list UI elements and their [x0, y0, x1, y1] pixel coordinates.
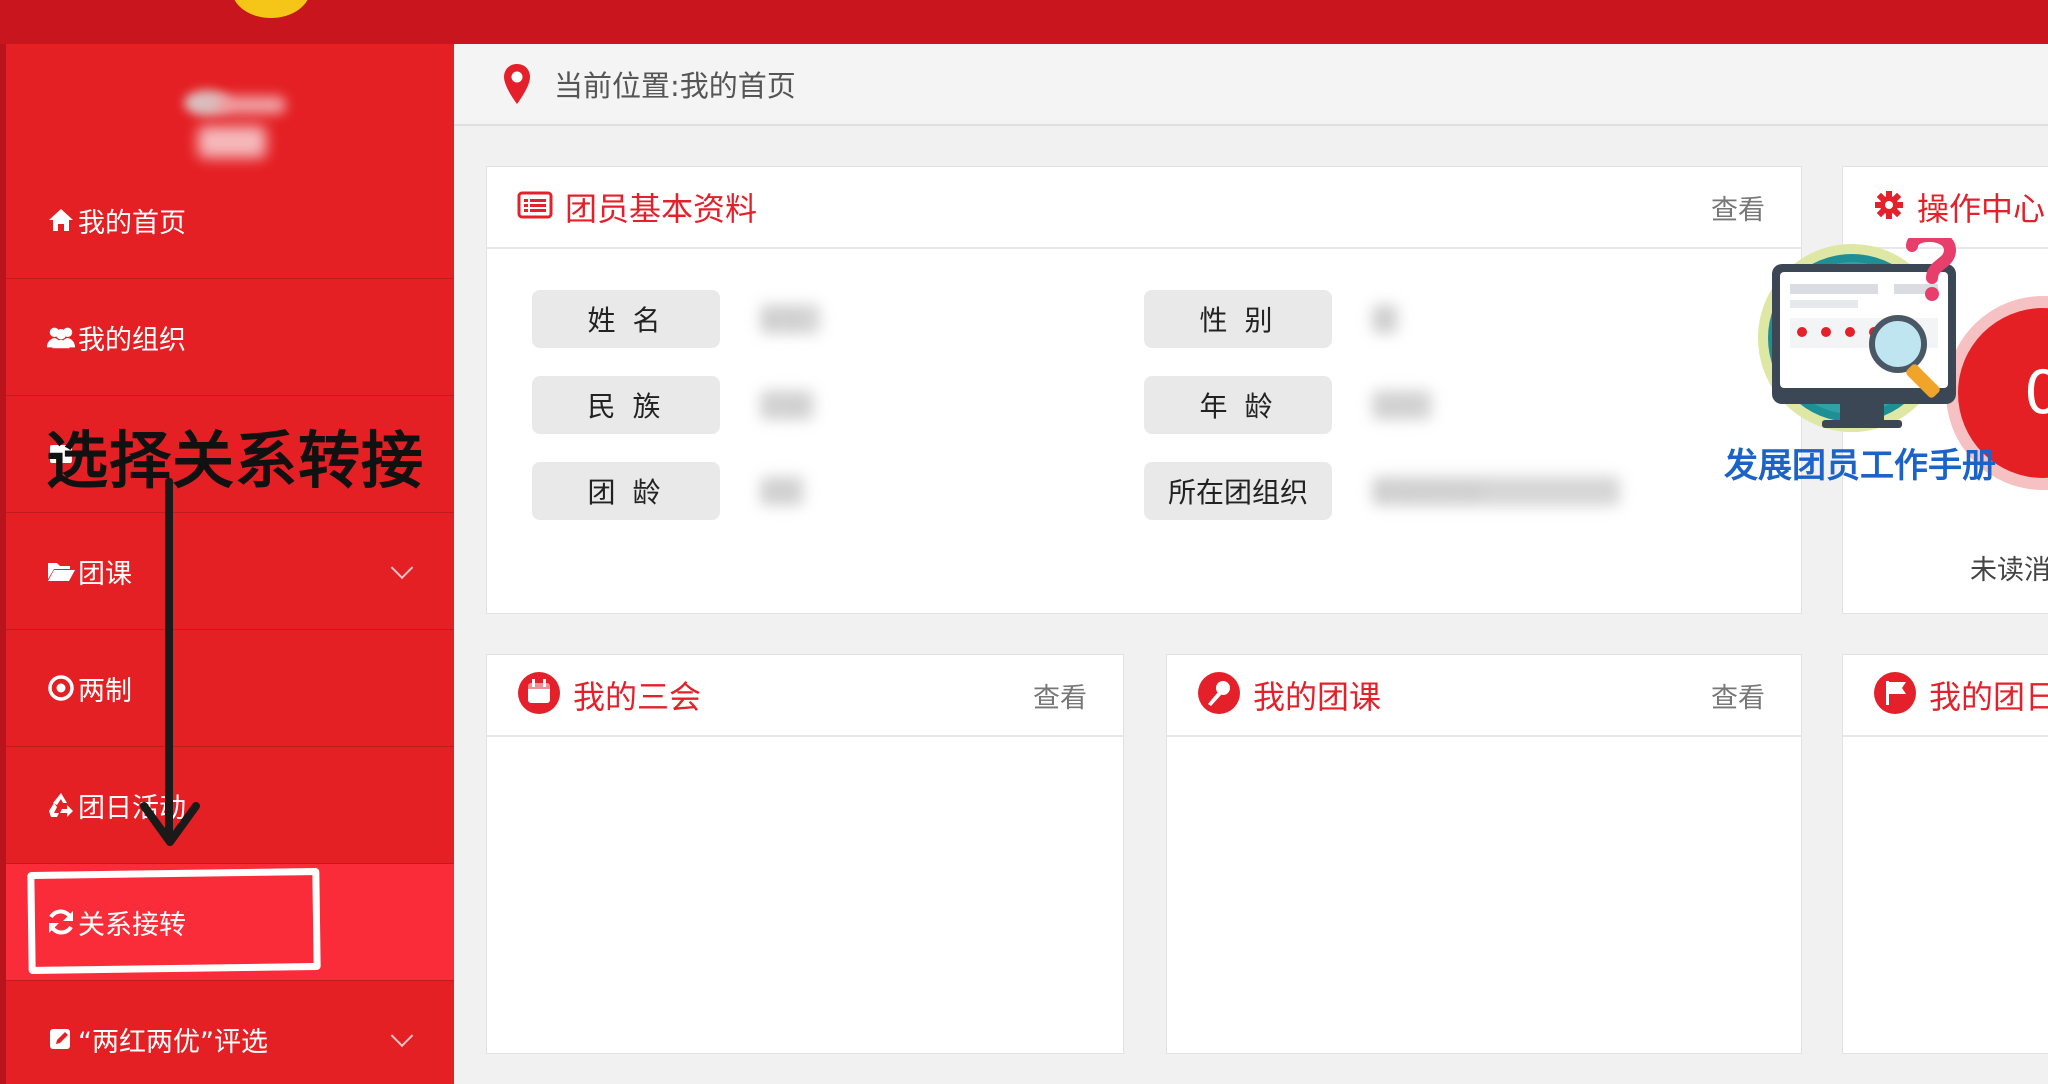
user-name: [198, 126, 266, 158]
card-header: 我的团日: [1843, 655, 2048, 737]
recycle-icon: [46, 791, 76, 819]
annotation-label: 选择关系转接: [46, 424, 425, 497]
users-icon: [46, 324, 76, 350]
three-meetings-card: 我的三会 查看: [486, 654, 1124, 1054]
handbook-illustration-icon: [1758, 238, 1957, 432]
folder-open-icon: [46, 559, 76, 583]
card-header: 团员基本资料 查看: [487, 167, 1801, 249]
sidebar-item-home[interactable]: 我的首页: [6, 162, 454, 279]
top-bar: [0, 0, 2048, 44]
edit-icon: [46, 1026, 76, 1052]
field-label: 性 别: [1144, 290, 1332, 348]
breadcrumb: 当前位置:我的首页: [454, 44, 2048, 126]
view-link[interactable]: 查看: [1711, 676, 1765, 715]
microphone-icon: [1197, 671, 1241, 719]
avatar[interactable]: [176, 86, 291, 124]
handbook-badge[interactable]: 发展团员工作手册: [1706, 238, 2006, 488]
field-label: 民 族: [532, 376, 720, 434]
field-value: 汉族: [760, 390, 814, 420]
card-title: 操作中心: [1917, 190, 2046, 228]
sidebar-item-label: 团课: [78, 558, 132, 590]
unread-messages-label[interactable]: 未读消: [1970, 548, 2048, 587]
view-link[interactable]: 查看: [1033, 676, 1087, 715]
field-label: 年 龄: [1144, 376, 1332, 434]
sidebar-item-evaluation[interactable]: “两红两优”评选: [6, 981, 454, 1084]
sidebar-item-team-day[interactable]: 团日活动: [6, 747, 454, 864]
field-label: 团 龄: [532, 462, 720, 520]
annotation-arrow-shaft: [165, 478, 173, 838]
calendar-icon: [517, 671, 561, 719]
field-value: 4年: [760, 476, 804, 506]
card-title: 我的团课: [1253, 678, 1382, 716]
card-title: 团员基本资料: [565, 190, 758, 228]
sidebar-item-two-systems[interactable]: 两制: [6, 630, 454, 747]
emblem-logo: [232, 0, 310, 18]
chevron-down-icon[interactable]: [390, 556, 414, 580]
card-title: 我的团日: [1929, 678, 2048, 716]
card-header: 我的团课 查看: [1167, 655, 1801, 737]
handbook-label: 发展团员工作手册: [1724, 446, 1996, 486]
annotation-highlight-box: [27, 867, 321, 975]
field-value: 男: [1372, 304, 1398, 334]
sidebar-item-label: “两红两优”评选: [78, 1026, 268, 1058]
list-icon: [517, 190, 553, 224]
field-label: 姓 名: [532, 290, 720, 348]
sidebar-item-label: 我的首页: [78, 207, 186, 239]
field-value: 某某: [760, 304, 820, 334]
annotation-arrow-head: [140, 802, 200, 846]
sidebar-item-organization[interactable]: 我的组织: [6, 279, 454, 396]
sidebar-item-label: 我的组织: [78, 324, 186, 356]
target-icon: [46, 674, 76, 702]
chevron-down-icon[interactable]: [390, 1024, 414, 1048]
team-class-card: 我的团课 查看: [1166, 654, 1802, 1054]
flag-icon: [1873, 671, 1917, 719]
card-header: 我的三会 查看: [487, 655, 1123, 737]
card-title: 我的三会: [573, 678, 702, 716]
view-link[interactable]: 查看: [1711, 188, 1765, 227]
location-pin-icon: [502, 63, 532, 105]
sidebar-item-label: 两制: [78, 675, 132, 707]
field-value: 18岁: [1372, 390, 1432, 420]
breadcrumb-text: 当前位置:我的首页: [554, 69, 796, 103]
member-info-grid: 姓 名 某某 性 别 男 民 族 汉族 年 龄 18岁 团 龄 4年 所在团组织…: [532, 290, 1772, 548]
team-day-card: 我的团日: [1842, 654, 2048, 1054]
field-label: 所在团组织: [1144, 462, 1332, 520]
home-icon: [46, 207, 76, 233]
gear-icon: [1873, 189, 1905, 225]
field-value: 某某团支部: [1372, 476, 1620, 506]
card-header: 操作中心: [1843, 167, 2048, 249]
sidebar-item-team-class[interactable]: 团课: [6, 513, 454, 630]
